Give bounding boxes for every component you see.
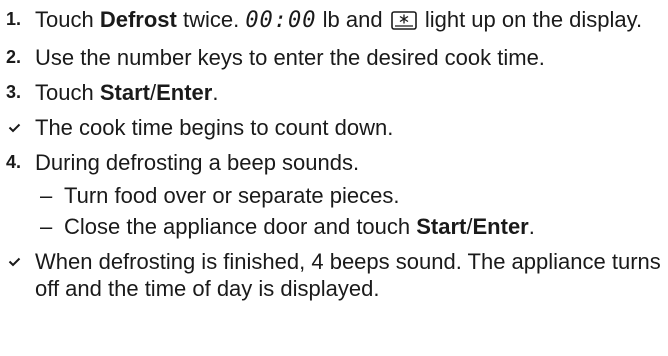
- start-label: Start: [416, 214, 467, 239]
- sub-item-text: Turn food over or separate pieces.: [64, 183, 400, 208]
- enter-label: Enter: [156, 80, 213, 105]
- step-number: 1.: [6, 9, 22, 29]
- sub-item-text: Close the appliance door and touch: [64, 214, 417, 239]
- check-icon: [8, 123, 21, 133]
- step-3: 3. Touch Start/Enter.: [6, 79, 668, 106]
- instructions: 1. Touch Defrost twice. 00:00 lb and lig…: [0, 0, 668, 356]
- sub-item-2: – Close the appliance door and touch Sta…: [6, 213, 668, 240]
- period: .: [212, 80, 219, 105]
- step-1: 1. Touch Defrost twice. 00:00 lb and lig…: [6, 6, 668, 36]
- step-number: 2.: [6, 47, 22, 67]
- start-label: Start: [99, 80, 150, 105]
- period: .: [528, 214, 535, 239]
- result-text: The cook time begins to count down.: [35, 115, 394, 140]
- display-value: 00:00: [245, 8, 317, 33]
- step-text: Use the number keys to enter the desired…: [35, 45, 545, 70]
- check-icon: [8, 257, 21, 267]
- result-text: When defrosting is finished, 4 beeps sou…: [35, 249, 661, 301]
- step-text: lb and: [316, 7, 389, 32]
- step-text: Touch: [35, 7, 100, 32]
- step-text: Touch: [35, 80, 100, 105]
- dash: –: [40, 183, 53, 208]
- step-number: 3.: [6, 82, 22, 102]
- result-2: When defrosting is finished, 4 beeps sou…: [6, 248, 668, 302]
- step-text: During defrosting a beep sounds.: [35, 150, 360, 175]
- result-1: The cook time begins to count down.: [6, 114, 668, 141]
- step-2: 2. Use the number keys to enter the desi…: [6, 44, 668, 71]
- step-4: 4. During defrosting a beep sounds.: [6, 149, 668, 176]
- sub-item-1: – Turn food over or separate pieces.: [6, 182, 668, 209]
- defrost-label: Defrost: [99, 7, 177, 32]
- step-text: twice.: [176, 7, 246, 32]
- step-number: 4.: [6, 152, 22, 172]
- dash: –: [40, 214, 53, 239]
- defrost-snowflake-icon: [390, 9, 417, 36]
- enter-label: Enter: [472, 214, 529, 239]
- step-text: light up on the display.: [418, 7, 643, 32]
